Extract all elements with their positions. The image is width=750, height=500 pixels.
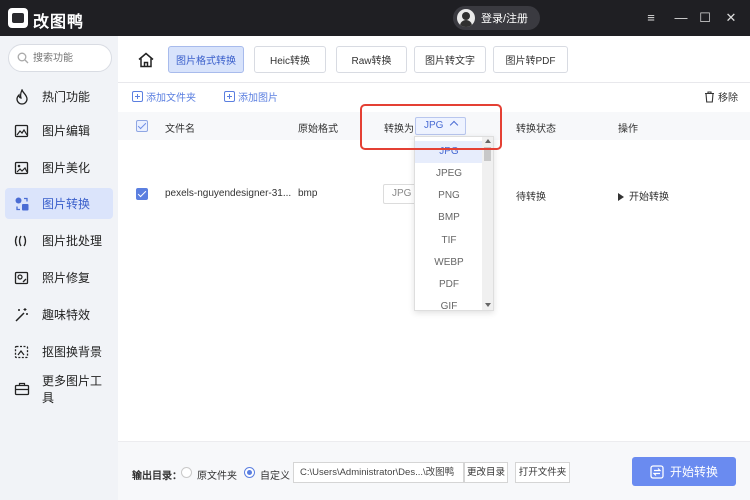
home-icon[interactable] [137, 51, 155, 69]
format-option-tif[interactable]: TIF [415, 230, 483, 252]
highlight-box [360, 104, 502, 150]
sidebar-item-image-edit[interactable]: 图片编辑 [5, 115, 113, 146]
login-button[interactable]: 登录/注册 [453, 6, 540, 30]
change-dir-button[interactable]: 更改目录 [464, 462, 508, 483]
radio-custom-label: 自定义 [260, 471, 290, 482]
format-dropdown: JPG JPEG PNG BMP TIF WEBP PDF GIF [414, 136, 494, 311]
start-convert-button[interactable]: 开始转换 [632, 457, 736, 486]
radio-original-folder-label: 原文件夹 [197, 471, 237, 482]
sidebar-item-image-beautify[interactable]: 图片美化 [5, 152, 113, 183]
sidebar-item-more-tools[interactable]: 更多图片工具 [5, 373, 113, 405]
format-option-pdf[interactable]: PDF [415, 274, 483, 296]
remove-button[interactable]: 移除 [704, 89, 738, 104]
sidebar-item-image-convert[interactable]: 图片转换 [5, 188, 113, 219]
radio-original-folder[interactable] [181, 467, 192, 478]
sidebar-item-label: 照片修复 [42, 271, 91, 285]
format-option-gif[interactable]: GIF [415, 296, 483, 310]
sidebar-item-label: 趣味特效 [42, 308, 91, 322]
minimize-icon[interactable]: — [671, 8, 691, 28]
sidebar-item-photo-repair[interactable]: 照片修复 [5, 262, 113, 293]
sidebar-item-label: 热门功能 [42, 90, 91, 104]
dropdown-scrollbar[interactable] [482, 137, 493, 310]
scroll-down-icon[interactable] [485, 303, 491, 307]
maximize-icon[interactable]: ☐ [695, 8, 715, 28]
row-start-label: 开始转换 [629, 192, 669, 203]
add-image-label: 添加图片 [238, 93, 278, 104]
sidebar-item-effects[interactable]: 趣味特效 [5, 299, 113, 330]
sidebar-item-label: 更多图片工具 [42, 373, 103, 405]
row-original-format: bmp [298, 188, 318, 199]
sidebar-item-label: 图片美化 [42, 161, 91, 175]
header-filename: 文件名 [165, 124, 195, 135]
app-name: 改图鸭 [33, 14, 85, 31]
play-icon [618, 193, 624, 201]
sidebar-item-hot[interactable]: 热门功能 [5, 81, 113, 112]
cutout-icon [14, 344, 30, 360]
sidebar-item-batch[interactable]: 图片批处理 [5, 225, 113, 256]
format-option-jpeg[interactable]: JPEG [415, 163, 483, 185]
tab-format-convert[interactable]: 图片格式转换 [168, 46, 244, 73]
add-icon [132, 91, 143, 102]
format-option-webp[interactable]: WEBP [415, 252, 483, 274]
format-option-bmp[interactable]: BMP [415, 207, 483, 229]
convert-icon [650, 464, 664, 479]
menu-icon[interactable]: ≡ [641, 8, 661, 28]
tab-image-to-text[interactable]: 图片转文字 [414, 46, 486, 73]
select-all-checkbox[interactable] [136, 120, 148, 132]
trash-icon [705, 90, 714, 103]
add-folder-label: 添加文件夹 [146, 93, 196, 104]
app-logo-icon [8, 8, 28, 28]
fire-icon [14, 88, 30, 105]
batch-icon [14, 233, 30, 249]
login-label: 登录/注册 [481, 13, 529, 25]
search-box[interactable] [8, 44, 112, 72]
add-icon [224, 91, 235, 102]
search-icon [17, 52, 29, 64]
image-beautify-icon [14, 160, 30, 176]
avatar-icon [457, 9, 475, 27]
row-checkbox[interactable] [136, 188, 148, 200]
header-status: 转换状态 [516, 124, 556, 135]
sidebar-item-cutout[interactable]: 抠图换背景 [5, 336, 113, 367]
toolbox-icon [14, 381, 30, 397]
header-action: 操作 [618, 124, 638, 135]
tabs-bar: 图片格式转换 Heic转换 Raw转换 图片转文字 图片转PDF [118, 36, 750, 83]
output-dir-label: 输出目录： [132, 471, 182, 482]
format-option-png[interactable]: PNG [415, 185, 483, 207]
add-folder-button[interactable]: 添加文件夹 [132, 89, 196, 104]
image-edit-icon [14, 123, 30, 139]
start-convert-label: 开始转换 [669, 465, 718, 479]
sidebar-item-label: 图片批处理 [42, 234, 103, 248]
tab-heic[interactable]: Heic转换 [254, 46, 326, 73]
radio-custom[interactable] [244, 467, 255, 478]
add-image-button[interactable]: 添加图片 [224, 89, 278, 104]
open-folder-button[interactable]: 打开文件夹 [515, 462, 570, 483]
row-status: 待转换 [516, 192, 546, 203]
close-icon[interactable]: ✕ [721, 8, 741, 28]
tab-raw[interactable]: Raw转换 [336, 46, 407, 73]
row-filename: pexels-nguyendesigner-31... [165, 188, 292, 199]
search-input[interactable] [33, 50, 105, 66]
header-original-format: 原始格式 [298, 124, 338, 135]
tab-image-to-pdf[interactable]: 图片转PDF [493, 46, 568, 73]
sidebar: 热门功能 图片编辑 图片美化 图片转换 图片批处理 照片修复 趣味特效 抠图换背… [0, 36, 118, 500]
remove-label: 移除 [718, 93, 738, 104]
output-path-field[interactable]: C:\Users\Administrator\Des...\改图鸭 [293, 462, 464, 483]
sidebar-item-label: 图片编辑 [42, 124, 91, 138]
magic-icon [14, 307, 30, 323]
sidebar-item-label: 抠图换背景 [42, 345, 103, 359]
image-convert-icon [14, 196, 30, 212]
title-bar: 改图鸭 登录/注册 ≡ — ☐ ✕ [0, 0, 750, 36]
row-start-button[interactable]: 开始转换 [618, 188, 669, 203]
photo-repair-icon [14, 270, 30, 286]
sidebar-item-label: 图片转换 [42, 197, 91, 211]
